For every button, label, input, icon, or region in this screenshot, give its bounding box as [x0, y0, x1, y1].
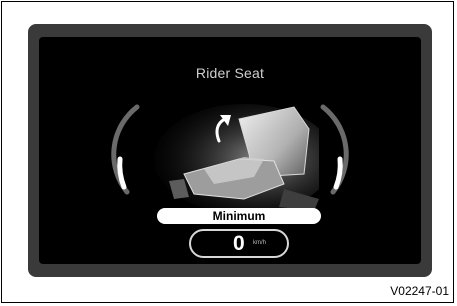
screen-title: Rider Seat: [195, 65, 265, 81]
speed-value: 0: [233, 232, 245, 255]
instrument-screen: Rider Seat Minimum 0 km/h: [39, 37, 421, 264]
figure-frame: Rider Seat Minimum 0 km/h V02247-01: [1, 1, 454, 303]
speed-indicator: 0 km/h: [189, 229, 289, 258]
speed-unit: km/h: [253, 240, 267, 246]
seat-position-label: Minimum: [157, 208, 321, 224]
figure-caption: V02247-01: [390, 284, 449, 298]
up-arrow-icon: [215, 115, 231, 143]
